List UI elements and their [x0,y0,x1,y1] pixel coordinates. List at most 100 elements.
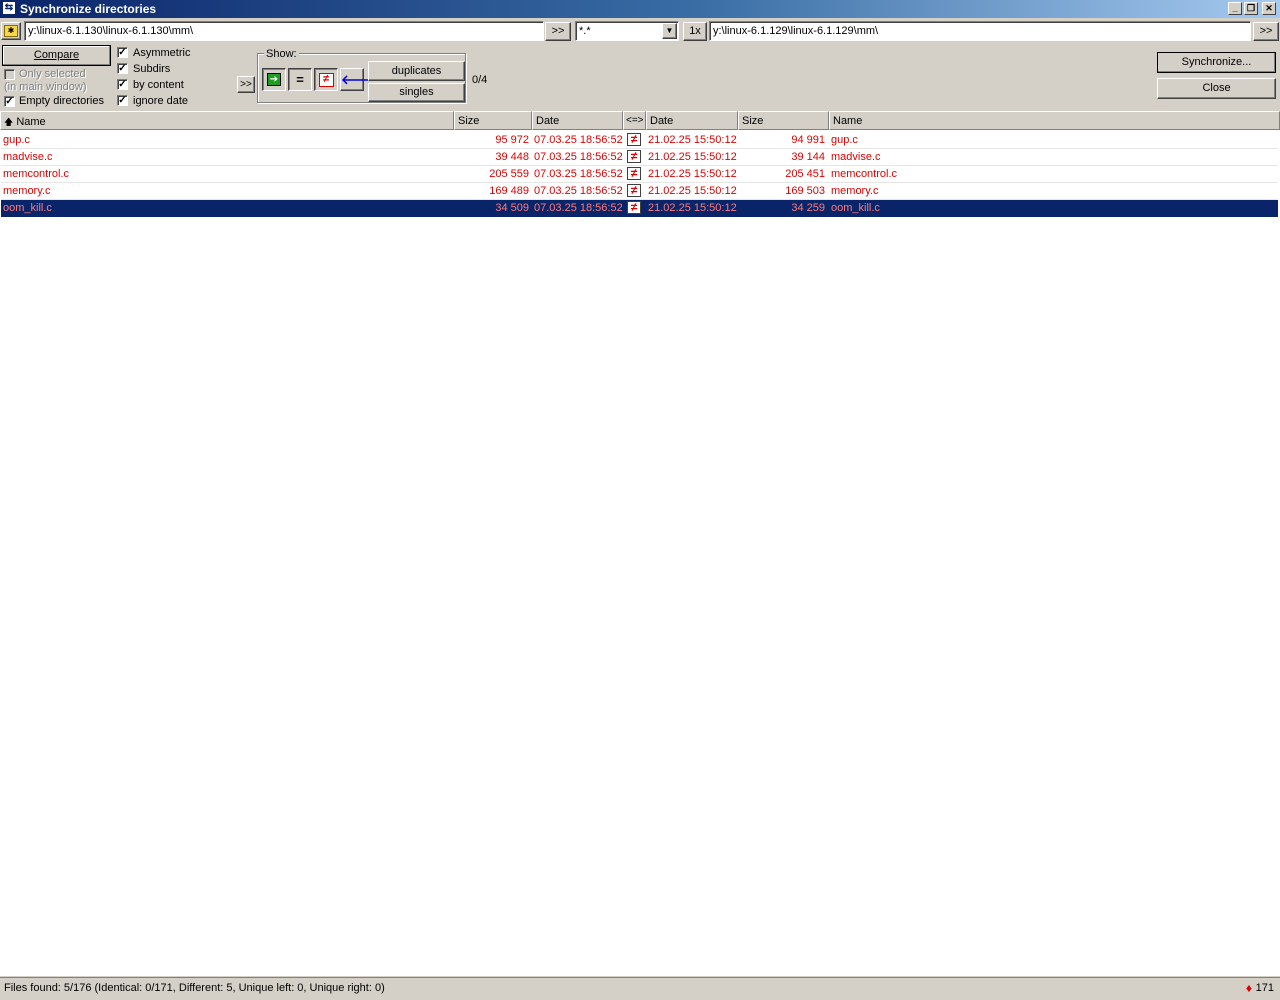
subdirs-label: Subdirs [133,63,171,75]
file-date-right: 21.02.25 15:50:12 [648,185,737,197]
close-window-button[interactable]: ✕ [1262,2,1276,15]
file-date-left: 07.03.25 18:56:52 [534,134,623,146]
compare-label: Compare [33,49,80,61]
file-name-left: gup.c [3,134,30,146]
file-size-right: 205 451 [785,168,825,180]
status-text: Files found: 5/176 (Identical: 0/171, Di… [4,982,385,994]
empty-directories-label: Empty directories [19,95,104,107]
right-path-input[interactable]: y:\linux-6.1.129\linux-6.1.129\mm\ [709,21,1251,41]
expand-options-button[interactable]: >> [237,76,255,93]
restore-button[interactable]: ❐ [1244,2,1258,15]
not-equal-icon[interactable]: ≠ [627,201,641,214]
diamond-icon: ♦ [1245,981,1252,995]
file-size-right: 94 991 [791,134,825,146]
folder-icon: ✱ [4,25,18,37]
empty-directories-checkbox[interactable]: ✓ [4,96,15,107]
not-equal-icon: ≠ [318,73,334,87]
show-label: Show: [264,48,299,60]
file-size-left: 39 448 [495,151,529,163]
window-title: Synchronize directories [20,2,157,16]
in-main-window-label: (in main window) [4,81,87,93]
chevron-down-icon[interactable]: ▼ [662,23,677,39]
file-name-right: oom_kill.c [831,202,880,214]
title-bar[interactable]: ⇆ Synchronize directories _ ❐ ✕ [0,0,1280,18]
close-button[interactable]: Close [1157,78,1276,99]
asymmetric-checkbox[interactable]: ✓ [117,47,128,58]
app-icon: ⇆ [2,1,16,15]
not-equal-icon[interactable]: ≠ [627,133,641,146]
singles-button[interactable]: singles [368,83,465,102]
show-right-newer-toggle[interactable]: 🡐 [340,68,376,91]
show-equal-toggle[interactable]: = [288,68,312,91]
column-header-size-left[interactable]: Size [454,111,532,130]
browse-right-button[interactable]: >> [1253,22,1279,41]
left-path-input[interactable]: y:\linux-6.1.130\linux-6.1.130\mm\ [24,21,544,41]
file-date-right: 21.02.25 15:50:12 [648,151,737,163]
table-row[interactable]: madvise.c 39 448 07.03.25 18:56:52 ≠ 21.… [1,149,1278,166]
file-size-right: 39 144 [791,151,825,163]
one-x-button[interactable]: 1x [683,22,707,41]
file-size-right: 34 259 [791,202,825,214]
not-equal-icon[interactable]: ≠ [627,150,641,163]
file-date-left: 07.03.25 18:56:52 [534,185,623,197]
column-header-name-left-label: Name [16,116,46,128]
file-date-left: 07.03.25 18:56:52 [534,202,623,214]
file-size-left: 95 972 [495,134,529,146]
status-bar: Files found: 5/176 (Identical: 0/171, Di… [0,977,1280,1000]
status-count: 171 [1255,982,1274,994]
show-left-newer-toggle[interactable]: ➔ [262,68,286,91]
only-selected-checkbox[interactable] [4,69,15,80]
file-date-left: 07.03.25 18:56:52 [534,168,623,180]
table-row-selected[interactable]: oom_kill.c 34 509 07.03.25 18:56:52 ≠ 21… [1,200,1278,217]
selection-count: 0/4 [472,74,488,86]
file-date-left: 07.03.25 18:56:52 [534,151,623,163]
table-row[interactable]: memory.c 169 489 07.03.25 18:56:52 ≠ 21.… [1,183,1278,200]
arrow-right-green-icon: ➔ [267,73,281,86]
file-name-right: memory.c [831,185,879,197]
file-date-right: 21.02.25 15:50:12 [648,134,737,146]
file-name-right: memcontrol.c [831,168,898,180]
subdirs-checkbox[interactable]: ✓ [117,63,128,74]
not-equal-icon[interactable]: ≠ [627,184,641,197]
duplicates-button[interactable]: duplicates [368,61,465,81]
browse-left-button[interactable]: >> [545,22,571,41]
file-name-left: oom_kill.c [3,202,52,214]
by-content-label: by content [133,79,184,91]
asymmetric-label: Asymmetric [133,47,191,59]
file-name-right: madvise.c [831,151,881,163]
by-content-checkbox[interactable]: ✓ [117,79,128,90]
only-selected-label: Only selected [19,68,86,80]
column-header-name-left[interactable]: 🡅 Name [0,111,454,130]
file-name-right: gup.c [831,134,858,146]
file-date-right: 21.02.25 15:50:12 [648,202,737,214]
folder-icon-button[interactable]: ✱ [1,22,21,40]
file-date-right: 21.02.25 15:50:12 [648,168,737,180]
ignore-date-label: ignore date [133,95,189,107]
file-size-left: 169 489 [489,185,529,197]
equal-icon: = [296,72,304,87]
left-path-text: y:\linux-6.1.130\linux-6.1.130\mm\ [28,25,194,37]
synchronize-button[interactable]: Synchronize... [1157,52,1276,73]
filter-select[interactable]: *.* ▼ [575,21,679,41]
file-name-left: madvise.c [3,151,53,163]
column-header-size-right[interactable]: Size [738,111,829,130]
column-header-date-right[interactable]: Date [646,111,738,130]
column-header-name-right[interactable]: Name [829,111,1280,130]
file-name-left: memory.c [3,185,51,197]
column-header-date-left[interactable]: Date [532,111,623,130]
column-header-compare[interactable]: <=> [623,111,646,130]
table-row[interactable]: gup.c 95 972 07.03.25 18:56:52 ≠ 21.02.2… [1,132,1278,149]
file-size-left: 34 509 [495,202,529,214]
ignore-date-checkbox[interactable]: ✓ [117,95,128,106]
compare-button[interactable]: Compare [2,45,111,66]
file-name-left: memcontrol.c [3,168,70,180]
right-path-text: y:\linux-6.1.129\linux-6.1.129\mm\ [713,25,879,37]
table-row[interactable]: memcontrol.c 205 559 07.03.25 18:56:52 ≠… [1,166,1278,183]
show-different-toggle[interactable]: ≠ [314,68,338,91]
filter-value: *.* [579,25,591,37]
file-list[interactable]: gup.c 95 972 07.03.25 18:56:52 ≠ 21.02.2… [0,130,1280,976]
file-size-right: 169 503 [785,185,825,197]
minimize-button[interactable]: _ [1228,2,1242,15]
sort-arrow-icon: 🡅 [4,117,14,127]
not-equal-icon[interactable]: ≠ [627,167,641,180]
